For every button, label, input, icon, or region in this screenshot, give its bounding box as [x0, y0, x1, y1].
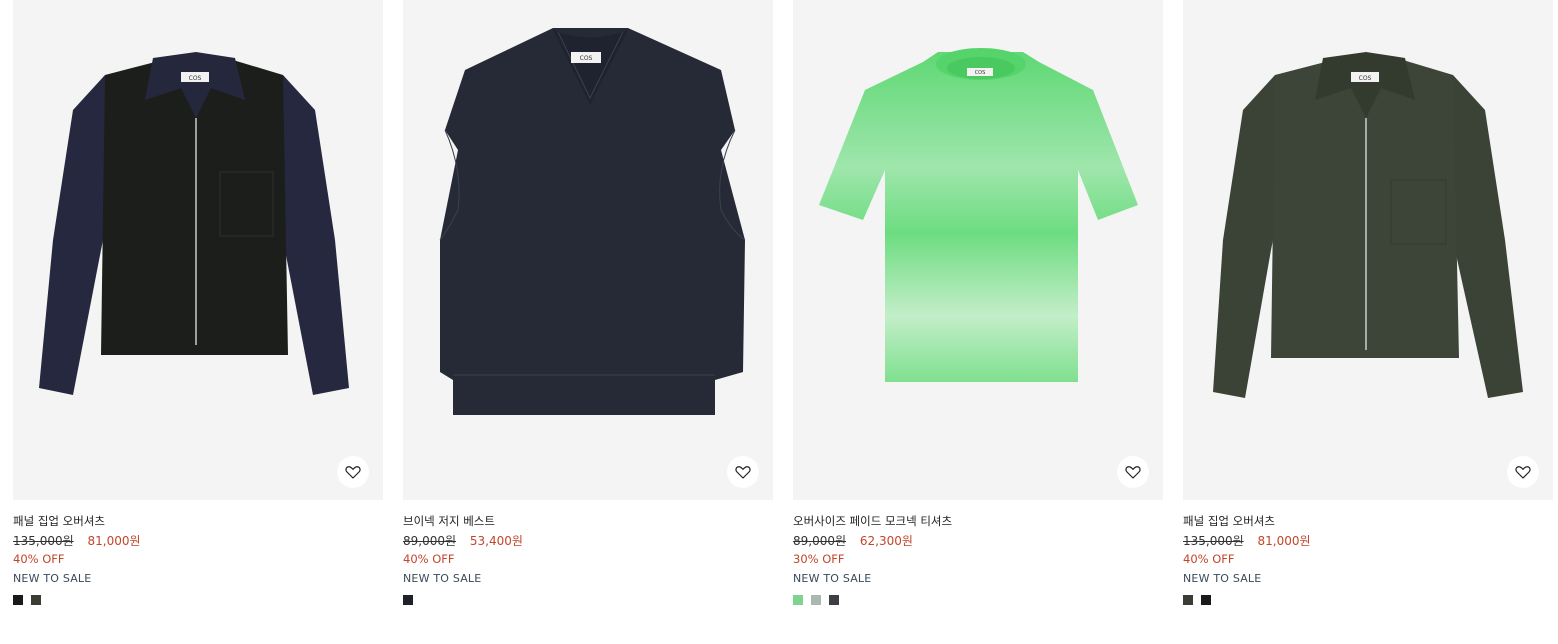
- color-swatch[interactable]: [403, 595, 413, 605]
- color-swatches: [13, 595, 41, 605]
- sale-badge: NEW TO SALE: [793, 572, 872, 585]
- tshirt-image: COS: [819, 48, 1138, 382]
- wishlist-button[interactable]: [1117, 456, 1149, 488]
- discount-label: 40% OFF: [1183, 552, 1235, 566]
- product-image[interactable]: COS: [403, 0, 773, 500]
- product-image[interactable]: COS: [13, 0, 383, 500]
- sale-badge: NEW TO SALE: [13, 572, 92, 585]
- product-image[interactable]: COS: [793, 0, 1163, 500]
- color-swatch[interactable]: [793, 595, 803, 605]
- heart-icon: [345, 466, 361, 479]
- product-name[interactable]: 브이넥 저지 베스트: [403, 513, 495, 529]
- sale-badge: NEW TO SALE: [1183, 572, 1262, 585]
- product-card[interactable]: COS 브이넥 저지 베스트 89,000원 53,400원 40% OFF N…: [403, 0, 773, 605]
- heart-icon: [1515, 466, 1531, 479]
- product-name[interactable]: 패널 집업 오버셔츠: [1183, 513, 1275, 529]
- product-card[interactable]: COS 패널 집업 오버셔츠 135,000원 81,000원 40% OFF …: [13, 0, 383, 605]
- product-price: 135,000원 81,000원: [1183, 532, 1311, 549]
- product-card[interactable]: COS 패널 집업 오버셔츠 135,000원 81,000원 40% OFF …: [1183, 0, 1553, 605]
- wishlist-button[interactable]: [337, 456, 369, 488]
- product-card[interactable]: COS 오버사이즈 페이드 모크넥 티셔츠 89,000원 62,300원 30…: [793, 0, 1163, 605]
- product-price: 135,000원 81,000원: [13, 532, 141, 549]
- product-grid: COS 패널 집업 오버셔츠 135,000원 81,000원 40% OFF …: [0, 0, 1558, 644]
- wishlist-button[interactable]: [727, 456, 759, 488]
- product-price: 89,000원 62,300원: [793, 532, 913, 549]
- color-swatch[interactable]: [1183, 595, 1193, 605]
- color-swatch[interactable]: [31, 595, 41, 605]
- color-swatch[interactable]: [13, 595, 23, 605]
- color-swatches: [403, 595, 413, 605]
- overshirt-image: COS: [1213, 52, 1523, 398]
- sale-price: 62,300원: [859, 534, 913, 548]
- product-name[interactable]: 오버사이즈 페이드 모크넥 티셔츠: [793, 513, 952, 529]
- product-name[interactable]: 패널 집업 오버셔츠: [13, 513, 105, 529]
- original-price: 89,000원: [403, 534, 457, 548]
- original-price: 135,000원: [1183, 534, 1244, 548]
- garment-label: COS: [189, 75, 202, 82]
- sale-price: 53,400원: [469, 534, 523, 548]
- product-price: 89,000원 53,400원: [403, 532, 523, 549]
- discount-label: 30% OFF: [793, 552, 845, 566]
- garment-label: COS: [1359, 75, 1372, 82]
- heart-icon: [1125, 466, 1141, 479]
- vest-image: COS: [439, 28, 746, 415]
- heart-icon: [735, 466, 751, 479]
- color-swatch[interactable]: [811, 595, 821, 605]
- discount-label: 40% OFF: [13, 552, 65, 566]
- color-swatches: [1183, 595, 1211, 605]
- garment-label: COS: [975, 70, 986, 76]
- color-swatch[interactable]: [829, 595, 839, 605]
- color-swatch[interactable]: [1201, 595, 1211, 605]
- wishlist-button[interactable]: [1507, 456, 1539, 488]
- sale-price: 81,000원: [1257, 534, 1311, 548]
- overshirt-image: COS: [39, 52, 349, 395]
- original-price: 89,000원: [793, 534, 847, 548]
- color-swatches: [793, 595, 839, 605]
- sale-price: 81,000원: [87, 534, 141, 548]
- garment-label: COS: [580, 55, 593, 62]
- discount-label: 40% OFF: [403, 552, 455, 566]
- original-price: 135,000원: [13, 534, 74, 548]
- sale-badge: NEW TO SALE: [403, 572, 482, 585]
- product-image[interactable]: COS: [1183, 0, 1553, 500]
